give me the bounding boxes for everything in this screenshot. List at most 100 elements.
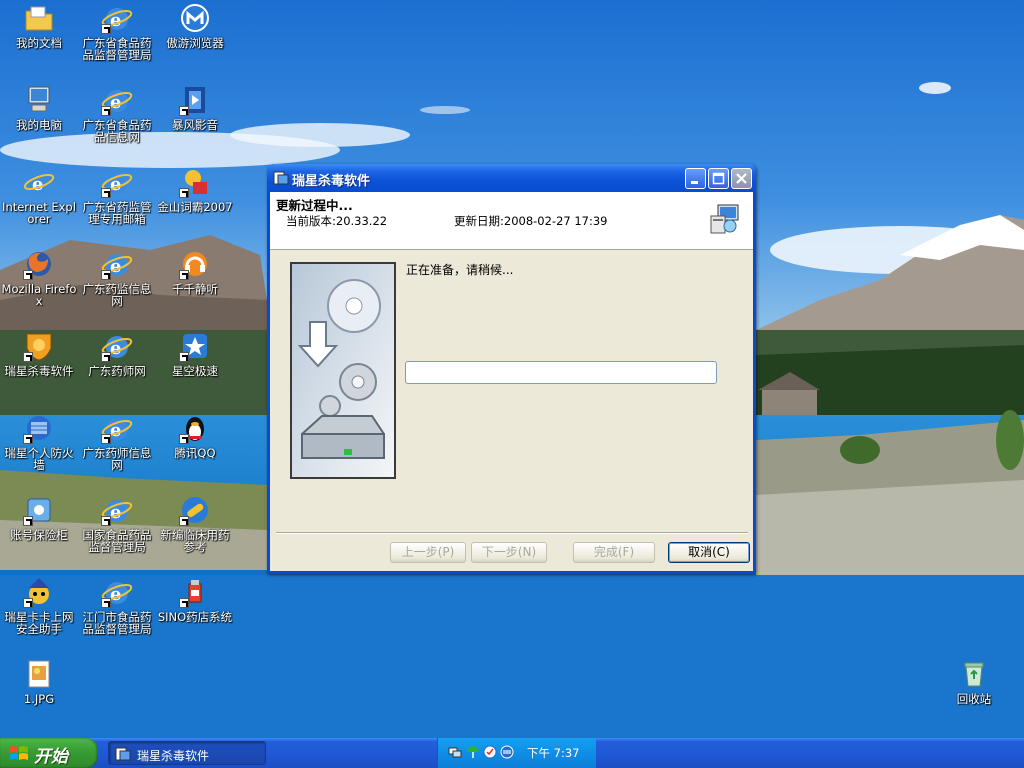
previous-button[interactable]: 上一步(P) xyxy=(390,542,466,563)
network-icon[interactable] xyxy=(448,745,462,759)
computer-icon xyxy=(23,84,55,116)
pill-icon xyxy=(179,494,211,526)
firefox-icon xyxy=(23,248,55,280)
desktop-icon-ttplayer[interactable]: 千千静听 xyxy=(156,248,234,295)
desktop-icon-kaka-assistant[interactable]: 瑞星卡卡上网安全助手 xyxy=(0,576,78,635)
finish-button[interactable]: 完成(F) xyxy=(573,542,655,563)
internet-explorer-icon: e xyxy=(101,412,133,444)
desktop-icon-label: 我的电脑 xyxy=(16,118,62,132)
minimize-icon xyxy=(691,181,698,184)
maxthon-icon xyxy=(179,2,211,34)
desktop-icon-clinical-drugs[interactable]: 新编临床用药参考 xyxy=(156,494,234,553)
desktop-icon-gd-mail[interactable]: e 广东省药监管理专用邮箱 xyxy=(78,166,156,225)
update-computer-icon xyxy=(708,202,742,236)
system-tray: 下午 7:37 xyxy=(437,738,596,768)
desktop-icon-label: 瑞星个人防火墙 xyxy=(4,446,74,472)
desktop-icon-label: Mozilla Firefox xyxy=(1,282,77,308)
current-version: 当前版本:20.33.22 xyxy=(286,214,388,228)
desktop-icon-jpg-file[interactable]: 1.JPG xyxy=(0,658,78,705)
desktop-icon-label: 瑞星杀毒软件 xyxy=(4,364,74,378)
desktop-icon-rising-antivirus[interactable]: 瑞星杀毒软件 xyxy=(0,330,78,377)
minimize-button[interactable] xyxy=(685,168,706,189)
film-icon xyxy=(179,84,211,116)
desktop-icon-label: SINO药店系统 xyxy=(157,610,233,624)
close-icon xyxy=(736,173,747,184)
window-title: 瑞星杀毒软件 xyxy=(292,174,371,189)
desktop-icon-label: 我的文档 xyxy=(16,36,62,50)
windows-logo-icon xyxy=(9,744,29,762)
desktop-icon-account-safe[interactable]: 账号保险柜 xyxy=(0,494,78,541)
umbrella-icon[interactable] xyxy=(466,745,480,759)
wizard-side-image xyxy=(290,262,396,479)
desktop-icon-national-fda[interactable]: e 国家食品药品监督管理局 xyxy=(78,494,156,553)
cancel-button[interactable]: 取消(C) xyxy=(668,542,750,563)
desktop-icon-gd-fda-info[interactable]: e 广东省食品药品信息网 xyxy=(78,84,156,143)
headphones-icon xyxy=(179,248,211,280)
next-button[interactable]: 下一步(N) xyxy=(471,542,547,563)
recycle-bin-icon xyxy=(958,658,990,690)
folder-icon xyxy=(23,2,55,34)
app-icon xyxy=(115,746,131,762)
desktop-icon-my-computer[interactable]: 我的电脑 xyxy=(0,84,78,131)
lion-icon xyxy=(23,330,55,362)
close-button[interactable] xyxy=(731,168,752,189)
update-date: 更新日期:2008-02-27 17:39 xyxy=(454,214,608,228)
desktop-icon-storm-player[interactable]: 暴风影音 xyxy=(156,84,234,131)
dictionary-icon xyxy=(179,166,211,198)
internet-explorer-icon: e xyxy=(101,576,133,608)
desktop-icon-label: 账号保险柜 xyxy=(10,528,68,542)
title-bar[interactable]: 瑞星杀毒软件 xyxy=(267,164,756,192)
desktop-icon-label: 广东省药监管理专用邮箱 xyxy=(82,200,152,226)
wizard-header: 更新过程中... 当前版本:20.33.22 更新日期:2008-02-27 1… xyxy=(270,192,753,250)
desktop-icon-label: 广东省食品药品监督管理局 xyxy=(82,36,152,62)
desktop-icon-qq[interactable]: 腾讯QQ xyxy=(156,412,234,459)
window-client: 更新过程中... 当前版本:20.33.22 更新日期:2008-02-27 1… xyxy=(270,192,753,571)
desktop-icon-label: 星空极速 xyxy=(172,364,218,378)
desktop-icon-label: 广东药监信息网 xyxy=(82,282,152,308)
penguin-icon xyxy=(179,412,211,444)
desktop-icon-maxthon[interactable]: 傲游浏览器 xyxy=(156,2,234,49)
desktop-icon-label: 腾讯QQ xyxy=(174,446,216,460)
desktop-icon-label: 瑞星卡卡上网安全助手 xyxy=(4,610,74,636)
internet-explorer-icon: e xyxy=(101,248,133,280)
pharmacy-icon xyxy=(179,576,211,608)
desktop-icon-gd-fda-net[interactable]: e 广东药监信息网 xyxy=(78,248,156,307)
safe-box-icon xyxy=(23,494,55,526)
desktop-icon-rising-firewall[interactable]: 瑞星个人防火墙 xyxy=(0,412,78,471)
internet-explorer-icon: e xyxy=(101,2,133,34)
taskbar-item-rising[interactable]: 瑞星杀毒软件 xyxy=(108,741,266,765)
desktop-icon-label: 广东药师网 xyxy=(88,364,146,378)
desktop-icon-label: 新编临床用药参考 xyxy=(160,528,230,554)
desktop-icon-gd-pharmacist-info[interactable]: e 广东药师信息网 xyxy=(78,412,156,471)
desktop-icon-gd-pharmacist[interactable]: e 广东药师网 xyxy=(78,330,156,377)
desktop-icon-recycle-bin[interactable]: 回收站 xyxy=(935,658,1013,705)
start-button[interactable]: 开始 xyxy=(0,738,98,768)
desktop-icon-label: 暴风影音 xyxy=(172,118,218,132)
internet-explorer-icon: e xyxy=(101,84,133,116)
image-file-icon xyxy=(23,658,55,690)
firewall-tray-icon[interactable] xyxy=(500,745,514,759)
clock[interactable]: 下午 7:37 xyxy=(527,745,579,761)
desktop-icon-label: 国家食品药品监督管理局 xyxy=(82,528,152,554)
desktop-icon-sino-pharmacy[interactable]: SINO药店系统 xyxy=(156,576,234,623)
desktop-icon-gd-fda[interactable]: e 广东省食品药品监督管理局 xyxy=(78,2,156,61)
taskbar-item-label: 瑞星杀毒软件 xyxy=(137,749,210,763)
progress-bar xyxy=(405,361,717,384)
desktop-icon-jiangmen-fda[interactable]: e 江门市食品药品监督管理局 xyxy=(78,576,156,635)
rising-monitor-icon[interactable] xyxy=(483,745,497,759)
app-icon xyxy=(273,170,289,186)
update-window: 瑞星杀毒软件 更新过程中... 当前版本:20.33.22 更新日期:2008-… xyxy=(267,164,756,574)
desktop-icon-my-documents[interactable]: 我的文档 xyxy=(0,2,78,49)
desktop-icon-label: 江门市食品药品监督管理局 xyxy=(82,610,152,636)
desktop-icon-kingsoft-dict[interactable]: 金山词霸2007 xyxy=(156,166,234,213)
desktop-icon-label: 1.JPG xyxy=(23,692,55,706)
maximize-button[interactable] xyxy=(708,168,729,189)
internet-explorer-icon: e xyxy=(101,166,133,198)
desktop-icon-firefox[interactable]: Mozilla Firefox xyxy=(0,248,78,307)
desktop-icon-starsky[interactable]: 星空极速 xyxy=(156,330,234,377)
desktop-icon-internet-explorer[interactable]: e Internet Explorer xyxy=(0,166,78,225)
desktop-icon-label: 傲游浏览器 xyxy=(166,36,224,50)
desktop-icon-label: 金山词霸2007 xyxy=(157,200,233,214)
kaka-icon xyxy=(23,576,55,608)
star-icon xyxy=(179,330,211,362)
